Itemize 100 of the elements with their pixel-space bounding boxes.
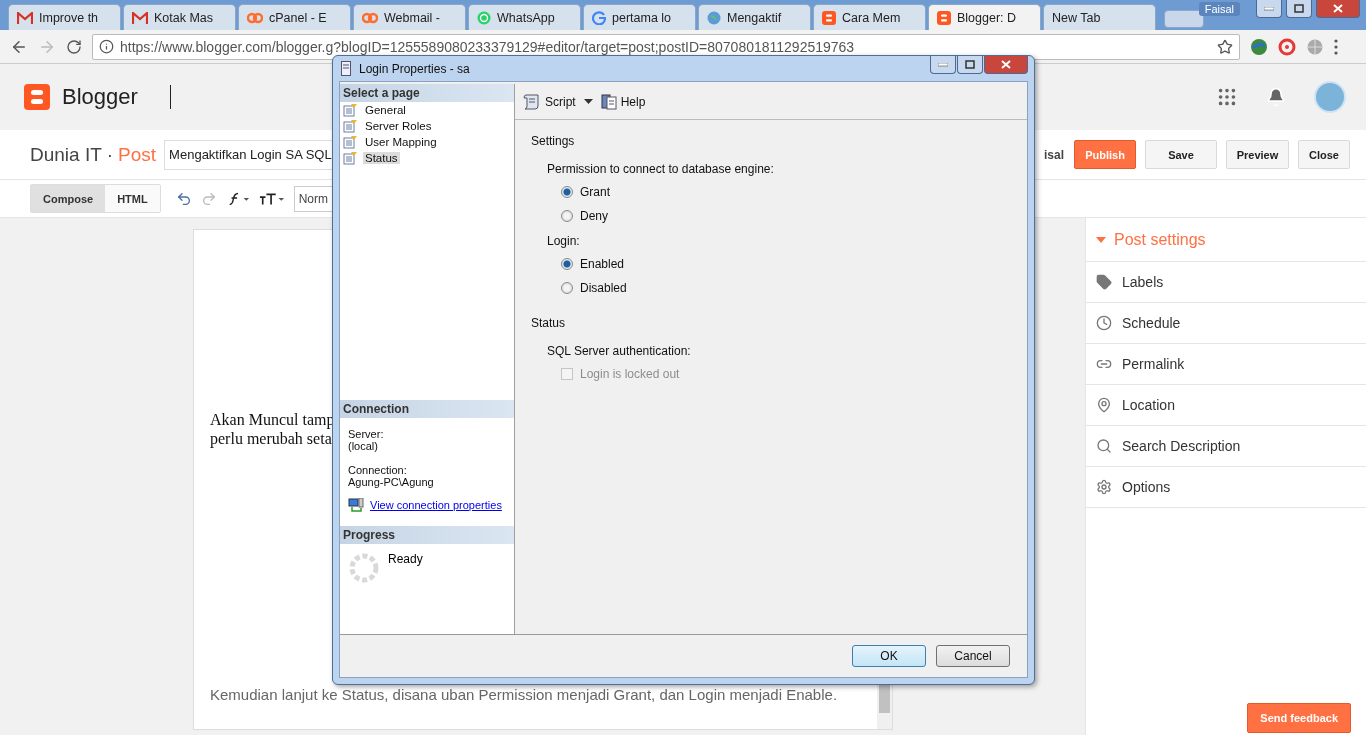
- caret-icon: [1096, 236, 1106, 243]
- blogger-logo-icon: [822, 10, 836, 25]
- bookmark-star-icon[interactable]: [1217, 38, 1233, 55]
- maximize-icon: [1294, 4, 1304, 13]
- help-book-icon: [600, 93, 617, 110]
- author-name: isal: [1044, 147, 1064, 162]
- extension-icon[interactable]: [1250, 37, 1268, 56]
- browser-tab[interactable]: cPanel - E: [238, 4, 351, 30]
- maximize-icon: [965, 60, 975, 69]
- browser-tab[interactable]: New Tab: [1043, 4, 1156, 30]
- settings-item[interactable]: Labels: [1086, 262, 1366, 303]
- computer-icon: [348, 498, 364, 512]
- progress-status: Ready: [388, 552, 423, 568]
- browser-tab[interactable]: Mengaktif: [698, 4, 811, 30]
- radio-option[interactable]: Grant: [547, 180, 1011, 204]
- chat-bubble-icon: [477, 10, 491, 25]
- section-header: Select a page: [340, 84, 514, 102]
- dialog-button[interactable]: OK: [852, 645, 926, 667]
- spinner-icon: [348, 552, 380, 584]
- settings-item[interactable]: Search Description: [1086, 426, 1366, 467]
- browser-tab[interactable]: Cara Mem: [813, 4, 926, 30]
- apps-grid-icon[interactable]: [1216, 86, 1238, 108]
- linked-rings-icon: [362, 11, 378, 24]
- group-heading: Status: [531, 316, 567, 330]
- brand-name: Blogger: [62, 84, 138, 110]
- page-list-item[interactable]: Server Roles: [363, 120, 434, 132]
- minimize-button[interactable]: [1256, 0, 1282, 18]
- info-icon[interactable]: [99, 39, 114, 54]
- mail-icon: [17, 11, 33, 24]
- maximize-button[interactable]: [1286, 0, 1312, 18]
- close-button[interactable]: [984, 56, 1028, 74]
- radio-option[interactable]: Enabled: [547, 252, 1011, 276]
- section-header: Connection: [340, 400, 514, 418]
- minimize-icon: [1264, 6, 1274, 11]
- blogger-logo-icon: [937, 10, 951, 25]
- action-button[interactable]: Close: [1298, 140, 1350, 169]
- page-icon: [343, 135, 359, 149]
- browser-tab[interactable]: Blogger: D: [928, 4, 1041, 30]
- field-label: Permission to connect to database engine:: [547, 162, 775, 176]
- blogger-logo-icon[interactable]: [24, 84, 50, 110]
- close-button[interactable]: [1316, 0, 1360, 18]
- settings-item[interactable]: Options: [1086, 467, 1366, 508]
- settings-item[interactable]: Permalink: [1086, 344, 1366, 385]
- group-heading: Settings: [531, 134, 576, 148]
- dialog-title: Login Properties - sa: [359, 61, 470, 76]
- settings-item[interactable]: Location: [1086, 385, 1366, 426]
- radio-option[interactable]: Disabled: [547, 276, 1011, 300]
- maximize-button[interactable]: [957, 56, 983, 74]
- dropdown-caret-icon[interactable]: [583, 99, 593, 104]
- browser-tab[interactable]: Webmail -: [353, 4, 466, 30]
- undo-icon[interactable]: [175, 190, 192, 207]
- notification-bell-icon[interactable]: [1266, 87, 1286, 107]
- field-label: SQL Server authentication:: [547, 344, 692, 358]
- page-icon: [343, 119, 359, 133]
- globe-icon: [707, 10, 721, 25]
- linked-rings-icon: [247, 11, 263, 24]
- browser-tab[interactable]: Improve th: [8, 4, 121, 30]
- action-button[interactable]: Preview: [1226, 140, 1289, 169]
- server-icon: [341, 61, 351, 76]
- font-size-icon[interactable]: [258, 191, 285, 206]
- mode-tab[interactable]: Compose: [31, 185, 106, 212]
- mail-icon: [132, 11, 148, 24]
- reload-icon[interactable]: [66, 38, 82, 55]
- close-icon: [1333, 4, 1343, 13]
- blog-name: Dunia IT ·: [30, 143, 114, 166]
- page-list-item[interactable]: Status: [363, 152, 400, 164]
- field-value: Agung-PC\Agung: [348, 476, 435, 488]
- dialog-button[interactable]: Cancel: [936, 645, 1010, 667]
- mode-tab[interactable]: HTML: [105, 185, 160, 212]
- editor-text: Kemudian lanjut ke Status, disana uban Permission menjadi Grant, dan Login menjadi Enable.: [210, 686, 838, 703]
- action-button[interactable]: Save: [1145, 140, 1217, 169]
- browser-tab[interactable]: Kotak Mas: [123, 4, 236, 30]
- section-label: Post: [118, 143, 157, 166]
- field-label: Login:: [547, 234, 581, 248]
- settings-item[interactable]: Schedule: [1086, 303, 1366, 344]
- connection-properties-link[interactable]: View connection properties: [370, 499, 502, 511]
- field-label: Server:: [348, 428, 385, 440]
- browser-tab[interactable]: WhatsApp: [468, 4, 581, 30]
- google-icon: [592, 10, 606, 25]
- page-list-item[interactable]: General: [363, 104, 408, 116]
- radio-option[interactable]: Deny: [547, 204, 1011, 228]
- minimize-icon: [938, 62, 948, 67]
- help-button[interactable]: Help: [598, 93, 648, 110]
- page-icon: [343, 103, 359, 117]
- browser-tab[interactable]: pertama lo: [583, 4, 696, 30]
- menu-icon[interactable]: [1334, 38, 1338, 55]
- field-value: (local): [348, 440, 379, 452]
- section-header: Progress: [340, 526, 514, 544]
- new-tab-button[interactable]: [1164, 10, 1204, 28]
- clock-icon: [1096, 315, 1112, 331]
- extension-icon[interactable]: [1278, 37, 1296, 56]
- page-icon: [343, 151, 359, 165]
- minimize-button[interactable]: [930, 56, 956, 74]
- script-button[interactable]: Script: [521, 93, 578, 110]
- field-label: Connection:: [348, 464, 408, 476]
- profile-name[interactable]: Faisal: [1198, 2, 1240, 16]
- address-bar[interactable]: https://www.blogger.com/blogger.g?blogID=1255589080233379129#editor/target=post;postID=8070801811292519763: [92, 33, 1240, 60]
- search-icon: [1096, 438, 1112, 454]
- settings-icon: [1096, 479, 1112, 495]
- page-list-item[interactable]: User Mapping: [363, 136, 439, 148]
